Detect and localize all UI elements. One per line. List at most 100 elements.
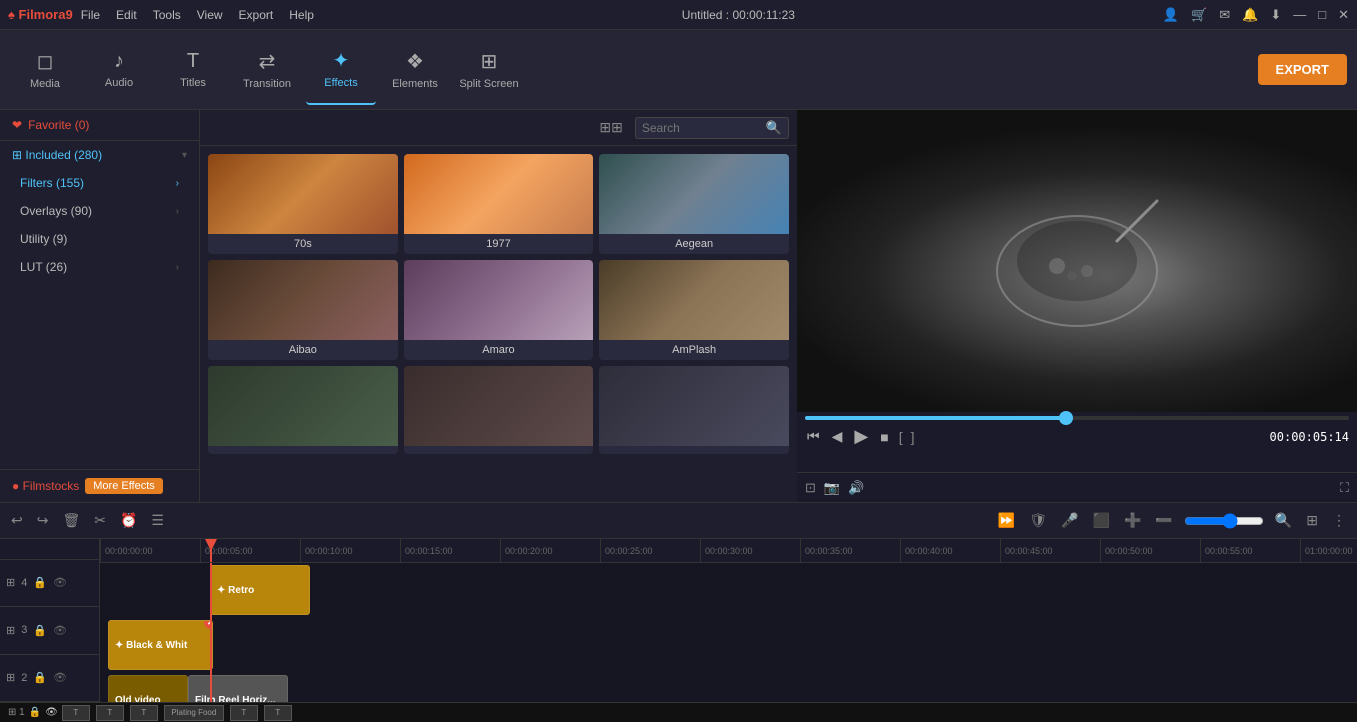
toolbar-transition-label: Transition (243, 78, 291, 90)
speed-icon[interactable]: ⏩ (995, 509, 1018, 532)
track3-grid-icon: ⊞ (6, 624, 15, 637)
mail-icon[interactable]: ✉ (1219, 7, 1230, 23)
toolbar-transition[interactable]: ⇄ Transition (232, 35, 302, 105)
track3-lock-icon[interactable]: 🔒 (33, 624, 47, 637)
video-placeholder (797, 110, 1357, 412)
effect-card-9[interactable] (599, 366, 789, 454)
menu-tools[interactable]: Tools (153, 8, 181, 22)
clip-film-reel[interactable]: Film Reel Horiz... (188, 675, 288, 702)
bell-icon[interactable]: 🔔 (1242, 7, 1258, 23)
add-track-icon[interactable]: ➕ (1121, 509, 1144, 532)
download-icon[interactable]: ⬇ (1270, 7, 1281, 23)
effect-card-aibao[interactable]: Aibao (208, 260, 398, 360)
time-button[interactable]: ⏰ (117, 509, 140, 532)
ruler-spacer (0, 539, 99, 560)
toolbar-elements-label: Elements (392, 78, 438, 90)
cut-button[interactable]: ✂ (91, 509, 109, 532)
screenshot-icon[interactable]: 📷 (824, 480, 840, 496)
toolbar-media[interactable]: ◻ Media (10, 35, 80, 105)
track1-lock[interactable]: 🔒 (29, 707, 41, 718)
toolbar-effects[interactable]: ✦ Effects (306, 35, 376, 105)
track3-eye-icon[interactable]: 👁 (53, 624, 67, 637)
stop-button[interactable]: ■ (878, 427, 890, 447)
preview-controls: ⏮ ◀ ▶ ■ [ ] 00:00:05:14 (797, 412, 1357, 472)
subcategory-filters[interactable]: Filters (155) › (0, 169, 199, 197)
minimize-button[interactable]: — (1293, 7, 1306, 22)
zoom-in-icon[interactable]: 🔍 (1272, 509, 1295, 532)
step-back-button[interactable]: ◀ (830, 426, 845, 447)
settings-button[interactable]: ☰ (148, 509, 167, 532)
track2-num: 2 (21, 672, 27, 684)
user-icon[interactable]: 👤 (1163, 7, 1179, 23)
split-screen-icon: ⊞ (481, 49, 498, 74)
fullscreen-icon[interactable]: ⛶ (1340, 480, 1349, 496)
bottom-clip-t2: T (96, 705, 124, 721)
clip-retro[interactable]: ✦ Retro (210, 565, 310, 615)
menu-file[interactable]: File (81, 8, 100, 22)
effect-card-amplash[interactable]: AmPlash (599, 260, 789, 360)
bottom-clip-plating: Plating Food (164, 705, 224, 721)
clip-bw-delete-button[interactable]: ✕ (204, 620, 213, 629)
search-icon: 🔍 (766, 120, 782, 136)
layout-icon[interactable]: ⊞ (1303, 509, 1321, 532)
tracks-area: ✦ Retro ✦ Black & Whit ✕ Old video Film … (100, 563, 1357, 702)
menu-help[interactable]: Help (289, 8, 314, 22)
grid-view-icon[interactable]: ⊞⊞ (599, 119, 622, 136)
preview-extra-controls: ⊡ 📷 🔊 ⛶ (797, 472, 1357, 502)
progress-track[interactable] (805, 416, 1349, 420)
clip-old-video[interactable]: Old video (108, 675, 188, 702)
play-button[interactable]: ▶ (852, 424, 870, 449)
mic-icon[interactable]: 🎤 (1058, 509, 1081, 532)
effect-card-7[interactable] (208, 366, 398, 454)
subcategory-lut[interactable]: LUT (26) › (0, 253, 199, 281)
progress-thumb[interactable] (1059, 411, 1073, 425)
track4-lock-icon[interactable]: 🔒 (33, 576, 47, 589)
more-icon[interactable]: ⋮ (1329, 509, 1349, 532)
volume-icon[interactable]: 🔊 (848, 480, 864, 496)
category-included[interactable]: ⊞ Included (280) ▾ (0, 141, 199, 169)
tl-settings-icon[interactable]: ⬛ (1090, 509, 1113, 532)
effect-card-70s[interactable]: 70s (208, 154, 398, 254)
effect-thumb-70s (208, 154, 398, 234)
effect-card-1977[interactable]: 1977 (404, 154, 594, 254)
track4-eye-icon[interactable]: 👁 (53, 576, 67, 589)
toolbar-audio[interactable]: ♪ Audio (84, 35, 154, 105)
effect-card-8[interactable] (404, 366, 594, 454)
effect-card-amaro[interactable]: Amaro (404, 260, 594, 360)
undo-button[interactable]: ↩ (8, 509, 26, 532)
favorite-bar[interactable]: ❤ Favorite (0) (0, 110, 199, 141)
zoom-slider[interactable] (1184, 513, 1264, 529)
export-button[interactable]: EXPORT (1258, 54, 1347, 85)
titlebar-left: ♠ Filmora9 File Edit Tools View Export H… (8, 7, 314, 22)
chevron-right-icon: › (176, 178, 179, 189)
preview-resize-icon[interactable]: ⊡ (805, 480, 816, 496)
toolbar-split-screen[interactable]: ⊞ Split Screen (454, 35, 524, 105)
cart-icon[interactable]: 🛒 (1191, 7, 1207, 23)
close-button[interactable]: ✕ (1338, 7, 1349, 23)
clip-bw[interactable]: ✦ Black & Whit ✕ (108, 620, 213, 670)
menu-export[interactable]: Export (239, 8, 274, 22)
ruler-10: 00:00:10:00 (300, 539, 400, 562)
track1-eye[interactable]: 👁 (45, 707, 58, 718)
search-input[interactable] (642, 121, 762, 135)
menu-edit[interactable]: Edit (116, 8, 137, 22)
track2-eye-icon[interactable]: 👁 (53, 671, 67, 684)
redo-button[interactable]: ↪ (34, 509, 52, 532)
subcategory-utility[interactable]: Utility (9) (0, 225, 199, 253)
toolbar-titles[interactable]: T Titles (158, 35, 228, 105)
toolbar-elements[interactable]: ❖ Elements (380, 35, 450, 105)
main-content: ❤ Favorite (0) ⊞ Included (280) ▾ Filter… (0, 110, 1357, 502)
more-effects-button[interactable]: More Effects (85, 478, 163, 494)
clip-retro-label: ✦ Retro (217, 585, 254, 596)
minus-icon[interactable]: ➖ (1152, 509, 1175, 532)
clip-filmreel-label: Film Reel Horiz... (195, 695, 276, 703)
delete-button[interactable]: 🗑 (59, 509, 83, 532)
menu-view[interactable]: View (197, 8, 223, 22)
effect-card-aegean[interactable]: Aegean (599, 154, 789, 254)
skip-back-button[interactable]: ⏮ (805, 426, 822, 447)
track2-lock-icon[interactable]: 🔒 (33, 671, 47, 684)
maximize-button[interactable]: □ (1318, 7, 1326, 22)
subcategory-overlays[interactable]: Overlays (90) › (0, 197, 199, 225)
shield-icon[interactable]: 🛡 (1026, 509, 1050, 532)
ruler-20: 00:00:20:00 (500, 539, 600, 562)
